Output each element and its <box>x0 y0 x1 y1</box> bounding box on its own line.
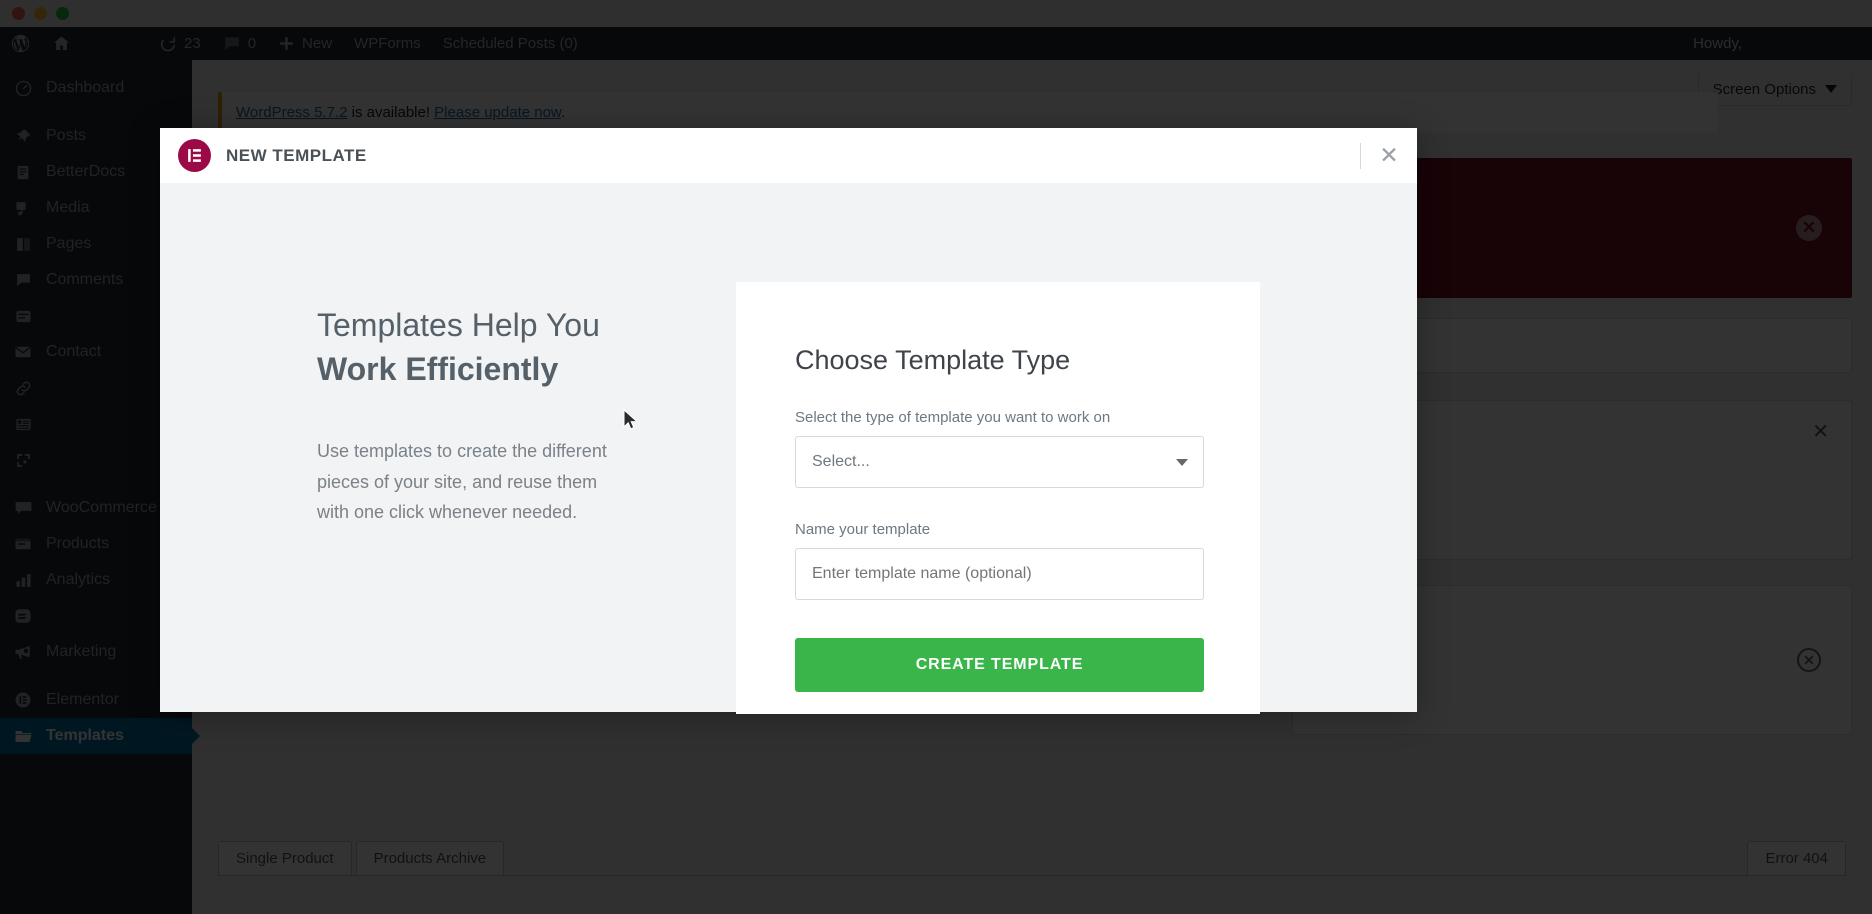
template-type-form: Choose Template Type Select the type of … <box>736 282 1260 714</box>
chevron-down-icon <box>1176 458 1188 466</box>
modal-close-button[interactable]: ✕ <box>1361 128 1417 183</box>
elementor-logo-icon <box>178 139 211 172</box>
promo-heading-line2: Work Efficiently <box>317 351 559 388</box>
form-title: Choose Template Type <box>795 345 1071 375</box>
template-type-label: Select the type of template you want to … <box>795 409 1111 426</box>
modal-body: Templates Help You Work Efficiently Use … <box>160 183 1417 714</box>
promo-body-text: Use templates to create the different pi… <box>317 441 607 522</box>
modal-title: NEW TEMPLATE <box>226 145 367 165</box>
promo-heading: Templates Help You Work Efficiently <box>317 303 737 391</box>
create-template-button[interactable]: CREATE TEMPLATE <box>795 638 1204 692</box>
modal-header-actions: ✕ <box>1360 128 1417 183</box>
new-template-modal: NEW TEMPLATE ✕ Templates Help You Work E… <box>160 128 1417 714</box>
modal-header: NEW TEMPLATE ✕ <box>160 128 1417 183</box>
template-name-label: Name your template <box>795 521 931 538</box>
template-type-select[interactable]: Select... <box>795 436 1204 488</box>
modal-promo-panel: Templates Help You Work Efficiently Use … <box>160 183 737 712</box>
promo-heading-line1: Templates Help You <box>317 307 600 343</box>
close-icon: ✕ <box>1379 142 1399 168</box>
template-type-value: Select... <box>812 453 870 470</box>
template-name-input[interactable] <box>795 548 1204 600</box>
